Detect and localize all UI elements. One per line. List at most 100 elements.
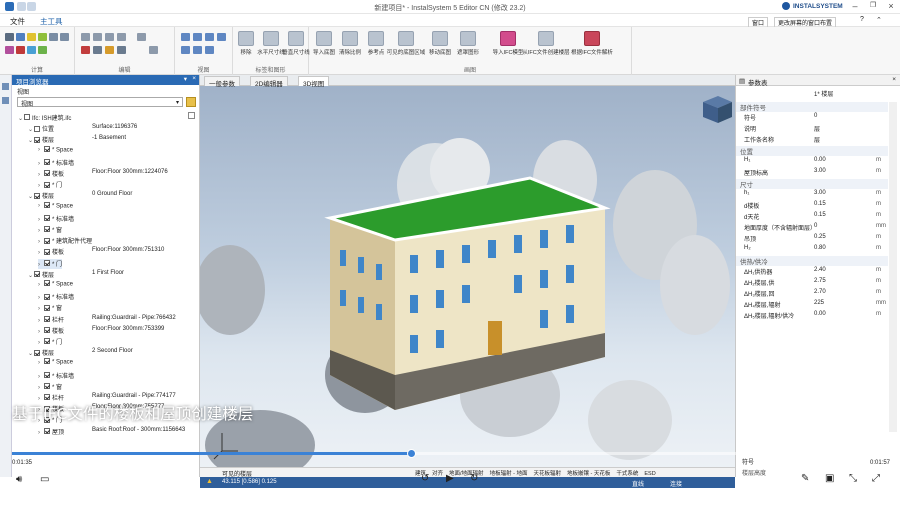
param-row[interactable]: d楼板 0.15 m <box>736 201 888 211</box>
maximize-icon[interactable]: ❐ <box>864 1 882 9</box>
visibility-checkbox[interactable] <box>44 226 50 233</box>
minimize-player-icon[interactable]: ⤡ <box>849 473 857 484</box>
param-section-header[interactable]: 尺寸 <box>736 179 888 189</box>
param-row[interactable]: 符号 0 <box>736 113 888 123</box>
pin-icon[interactable]: ▾ <box>184 75 187 83</box>
mask-shape-button[interactable]: 遮罩图形 <box>455 31 481 56</box>
param-section-header[interactable]: 位置 <box>736 146 888 156</box>
visibility-checkbox[interactable] <box>44 428 50 435</box>
tree-item[interactable]: › * 标准墙 <box>38 214 74 224</box>
tree-item[interactable]: › * Space <box>38 358 73 369</box>
tree-item[interactable]: › * 标准墙 <box>38 158 74 168</box>
scrollbar[interactable] <box>889 102 897 432</box>
visibility-checkbox[interactable] <box>34 125 40 132</box>
viewport-3d[interactable] <box>200 75 735 477</box>
tree-item[interactable]: › 屋顶 Basic Roof:Roof - 300mm:1156643 <box>38 427 185 437</box>
param-row[interactable]: ΔH₂楼层,供 2.75 m <box>736 278 888 288</box>
chevron-up-icon[interactable]: ⌃ <box>876 16 882 24</box>
tab-3d-view[interactable]: 3D视图 <box>298 76 330 88</box>
visibility-checkbox[interactable] <box>44 159 50 166</box>
tree-item[interactable]: › * 建筑配件代理 <box>38 236 92 246</box>
menu-file[interactable]: 文件 <box>10 16 25 27</box>
param-value[interactable]: 2.70 <box>814 289 826 295</box>
visibility-checkbox[interactable] <box>44 237 50 244</box>
navigation-cube-icon[interactable] <box>703 96 732 123</box>
param-value[interactable]: 层 <box>814 124 820 133</box>
param-value[interactable]: 3.00 <box>814 168 826 174</box>
parse-ifc-button[interactable]: 根据IFC文件解析 <box>571 31 613 56</box>
tree-item[interactable]: › 楼板 Floor:Floor 300mm:753399 <box>38 326 164 336</box>
project-browser-icon[interactable] <box>2 83 9 90</box>
tree-item[interactable]: › * Space <box>38 201 73 213</box>
close-panel-icon[interactable]: × <box>192 75 196 82</box>
close-icon[interactable]: × <box>882 1 900 11</box>
visibility-checkbox[interactable] <box>44 260 50 267</box>
view-dropdown[interactable]: 视图 ▾ <box>17 97 183 108</box>
visibility-checkbox[interactable] <box>34 136 40 143</box>
play-icon[interactable]: ▶ <box>446 473 454 484</box>
tree-item[interactable]: › * 标准墙 <box>38 292 74 302</box>
tree-item[interactable]: ⌄ 楼层 1 First Floor <box>28 270 124 280</box>
visibility-checkbox[interactable] <box>44 181 50 188</box>
import-ifc-button[interactable]: 导入IFC模型 <box>493 31 523 56</box>
tree-item[interactable]: ⌄ 楼层 2 Second Floor <box>28 348 133 358</box>
visibility-checkbox[interactable] <box>34 192 40 199</box>
param-value[interactable]: 层 <box>814 135 820 144</box>
visibility-checkbox[interactable] <box>34 349 40 356</box>
tree-item[interactable]: ⌄ 楼层 -1 Basement <box>28 135 126 145</box>
visibility-checkbox[interactable] <box>44 338 50 345</box>
visibility-checkbox[interactable] <box>44 304 50 311</box>
close-panel-icon[interactable]: × <box>892 76 896 83</box>
tree-item[interactable]: › 楼板 Floor:Floor 300mm:751310 <box>38 247 164 257</box>
param-row[interactable]: 地面厚度（不含辐射面层） 0 mm <box>736 223 888 233</box>
param-value[interactable]: 0 <box>814 113 817 119</box>
visibility-checkbox[interactable] <box>44 316 50 323</box>
param-value[interactable]: 0.80 <box>814 245 826 251</box>
visibility-checkbox[interactable] <box>44 201 50 208</box>
tab-general-params[interactable]: 一般参数 <box>204 76 240 88</box>
snap-connect[interactable]: 连接 <box>670 479 682 488</box>
visibility-checkbox[interactable] <box>44 372 50 379</box>
left-dock-strip[interactable] <box>0 75 12 477</box>
layers-icon[interactable] <box>2 97 9 104</box>
param-value[interactable]: 0.15 <box>814 212 826 218</box>
tab-2d-editor[interactable]: 2D编辑器 <box>250 76 288 88</box>
param-row[interactable]: H₁ 0.00 m <box>736 157 888 167</box>
param-value[interactable]: 0.15 <box>814 201 826 207</box>
param-value[interactable]: 0.00 <box>814 157 826 163</box>
tree-item[interactable]: › * 门 <box>38 180 62 190</box>
visibility-checkbox[interactable] <box>44 280 50 286</box>
tree-item[interactable]: ⌄ Ifc: ISH建筑.ifc <box>18 113 71 123</box>
visibility-checkbox[interactable] <box>24 114 30 121</box>
help-icon[interactable]: ? <box>860 16 864 23</box>
visibility-checkbox[interactable] <box>44 383 50 390</box>
pen-icon[interactable]: ✎ <box>801 473 809 484</box>
param-row[interactable]: 吊顶 0.25 m <box>736 234 888 244</box>
param-section-header[interactable]: 部件符号 <box>736 102 888 112</box>
visibility-checkbox[interactable] <box>44 248 50 255</box>
param-value[interactable]: 0.00 <box>814 311 826 317</box>
param-row[interactable]: 屋顶标高 3.00 m <box>736 168 888 178</box>
volume-icon[interactable]: 🔊︎ <box>16 474 22 485</box>
param-value[interactable]: 2.75 <box>814 278 826 284</box>
tree-item[interactable]: › * 窗 <box>38 225 62 235</box>
rewind-icon[interactable]: ↺ <box>421 473 429 484</box>
subtitles-icon[interactable]: ▭ <box>40 474 49 485</box>
param-row[interactable]: d天花 0.15 m <box>736 212 888 222</box>
param-value[interactable]: 2.40 <box>814 267 826 273</box>
param-row[interactable]: ΔH₄楼层,辐射 225 mm <box>736 300 888 310</box>
visibility-checkbox[interactable] <box>44 293 50 300</box>
param-section-header[interactable]: 供热/供冷 <box>736 256 888 266</box>
tree-item[interactable]: › * 窗 <box>38 303 62 313</box>
param-row[interactable]: 说明 层 <box>736 124 888 134</box>
tree-item[interactable]: › * 门 <box>38 258 63 269</box>
param-value[interactable]: 0.25 <box>814 234 826 240</box>
param-row[interactable]: 工作条名称 层 <box>736 135 888 145</box>
visibility-checkbox[interactable] <box>44 215 50 222</box>
snap-line[interactable]: 直线 <box>632 479 644 488</box>
tree-item[interactable]: › * Space <box>38 280 73 291</box>
param-row[interactable]: ΔH₃楼层,回 2.70 m <box>736 289 888 299</box>
fullscreen-icon[interactable]: ⤢ <box>872 473 880 484</box>
tree-item[interactable]: › 栏杆 Railing:Guardrail - Pipe:766432 <box>38 315 176 325</box>
tree-item[interactable]: ⌄ 位置 Surface:1196376 <box>28 124 137 134</box>
